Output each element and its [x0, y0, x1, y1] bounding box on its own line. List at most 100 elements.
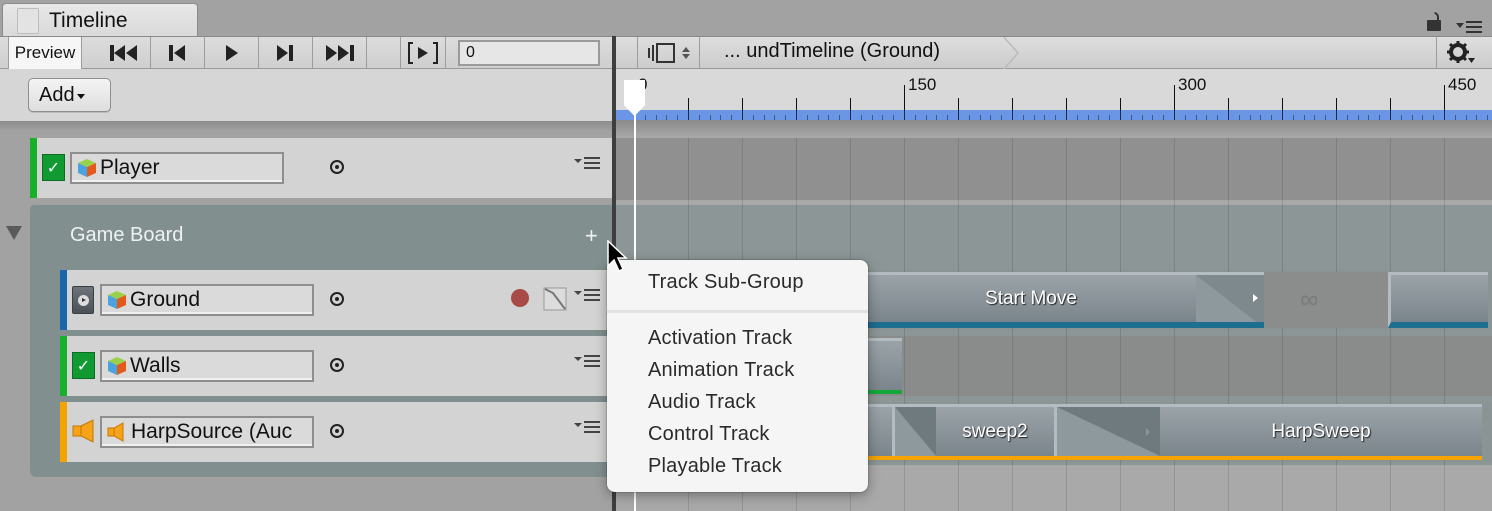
object-picker-icon[interactable] — [330, 358, 344, 372]
header-shadow — [0, 121, 612, 131]
jump-to-end-button[interactable] — [313, 37, 367, 69]
ruler-minor-ticks — [645, 110, 1488, 120]
ruler-label: 300 — [1178, 75, 1207, 94]
track-options-menu-icon[interactable] — [574, 355, 602, 367]
play-range-icon — [408, 42, 438, 64]
ruler-time-band[interactable] — [616, 110, 1492, 120]
lock-icon[interactable] — [1427, 12, 1441, 32]
clip-label: Start Move — [985, 287, 1077, 309]
track-header-walls[interactable]: ✓ Walls — [60, 336, 612, 396]
clip-blend-out[interactable] — [1196, 272, 1264, 328]
game-object-icon — [108, 291, 126, 309]
track-color-bar — [60, 336, 67, 396]
track-color-bar — [60, 270, 67, 330]
track-binding-field[interactable]: HarpSource (Auc — [100, 416, 314, 448]
dropdown-arrows-icon — [681, 47, 690, 59]
clip-blend-in[interactable] — [1054, 404, 1160, 460]
time-ruler[interactable]: 0 150 300 450 — [616, 69, 1492, 110]
clip-harpsweep[interactable]: HarpSweep — [1160, 404, 1482, 460]
track-header-player[interactable]: ✓ Player — [30, 138, 612, 198]
track-binding-name: HarpSource (Auc — [131, 420, 293, 443]
object-picker-icon[interactable] — [330, 424, 344, 438]
jump-to-end-icon — [325, 45, 354, 61]
record-icon[interactable] — [511, 289, 529, 307]
object-picker-icon[interactable] — [330, 160, 344, 174]
current-frame-input[interactable]: 0 — [458, 40, 600, 66]
next-frame-button[interactable] — [259, 37, 313, 69]
track-options-menu-icon[interactable] — [574, 157, 602, 169]
previous-frame-button[interactable] — [151, 37, 205, 69]
clip-label: sweep2 — [962, 420, 1028, 442]
clip-edit-mode-dropdown[interactable] — [638, 37, 700, 69]
add-button-label: Add — [39, 83, 75, 106]
clip-walls-active[interactable] — [866, 338, 902, 394]
timeline-window-tab[interactable]: Timeline — [2, 3, 198, 37]
track-header-harpsource[interactable]: HarpSource (Auc — [60, 402, 612, 462]
track-color-bar — [30, 138, 37, 198]
window-tab-title: Timeline — [49, 9, 128, 32]
group-collapse-arrow-icon[interactable] — [6, 226, 22, 240]
track-list-header: Add — [0, 69, 612, 121]
toolbar-spacer — [367, 37, 401, 69]
track-options-menu-icon[interactable] — [574, 421, 602, 433]
window-menu-icon[interactable] — [1454, 18, 1484, 34]
preview-button[interactable]: Preview — [8, 37, 82, 69]
track-header-ground[interactable]: Ground — [60, 270, 612, 330]
next-frame-icon — [276, 45, 293, 61]
chevron-down-icon — [76, 93, 85, 99]
timeline-breadcrumb[interactable]: ... undTimeline (Ground) — [724, 40, 940, 63]
track-binding-field[interactable]: Walls — [100, 350, 314, 382]
settings-button[interactable] — [1436, 37, 1484, 69]
ruler-label: 450 — [1448, 75, 1477, 94]
menu-item-control-track[interactable]: Control Track — [648, 423, 770, 446]
clip-label: HarpSweep — [1271, 420, 1371, 442]
track-binding-field[interactable]: Ground — [100, 284, 314, 316]
menu-item-track-sub-group[interactable]: Track Sub-Group — [648, 271, 804, 294]
track-active-checkbox[interactable]: ✓ — [42, 154, 65, 181]
window-tab-strip: Timeline — [0, 0, 1492, 37]
window-tab-icon — [17, 8, 39, 34]
play-button[interactable] — [205, 37, 259, 69]
infinite-loop-icon: ∞ — [1300, 284, 1319, 314]
group-title[interactable]: Game Board — [70, 224, 183, 247]
menu-item-audio-track[interactable]: Audio Track — [648, 391, 756, 414]
curves-icon[interactable] — [543, 287, 567, 311]
timeline-toolbar: ... undTimeline (Ground) — [616, 36, 1492, 69]
audio-source-icon — [107, 422, 124, 442]
clip-harp-previous[interactable] — [866, 404, 892, 460]
settings-gear-icon — [1446, 41, 1475, 63]
menu-item-activation-track[interactable]: Activation Track — [648, 327, 792, 350]
track-active-checkbox[interactable]: ✓ — [72, 352, 95, 379]
ruler-label: 150 — [908, 75, 937, 94]
menu-item-playable-track[interactable]: Playable Track — [648, 455, 782, 478]
menu-item-animation-track[interactable]: Animation Track — [648, 359, 794, 382]
clip-blend-in[interactable] — [892, 404, 936, 460]
timeline-window: Timeline Preview 0 Add ✓ Player Game Boa… — [0, 0, 1492, 511]
play-icon — [225, 45, 238, 61]
ruler-ticks — [688, 85, 1445, 110]
track-binding-field[interactable]: Player — [70, 152, 284, 184]
breadcrumb-separator-icon — [1003, 37, 1019, 69]
game-object-icon — [108, 357, 126, 375]
clip-sweep2[interactable]: sweep2 — [936, 404, 1054, 460]
toolbar-spacer — [620, 37, 638, 69]
previous-frame-icon — [168, 45, 185, 61]
audio-track-speaker-icon[interactable] — [72, 419, 96, 443]
playback-toolbar: Preview 0 — [0, 36, 612, 69]
add-track-button[interactable]: Add — [28, 78, 111, 112]
animation-preview-icon[interactable] — [72, 286, 94, 314]
clip-ground-next[interactable] — [1388, 272, 1488, 328]
jump-to-start-button[interactable] — [97, 37, 151, 69]
track-binding-name: Walls — [130, 354, 181, 377]
track-binding-name: Player — [100, 156, 160, 179]
track-binding-name: Ground — [130, 288, 201, 311]
clip-start-move[interactable]: Start Move — [866, 272, 1196, 328]
play-range-button[interactable] — [401, 37, 446, 69]
object-picker-icon[interactable] — [330, 292, 344, 306]
jump-to-start-icon — [109, 45, 137, 61]
game-object-icon — [78, 159, 96, 177]
track-options-menu-icon[interactable] — [574, 289, 602, 301]
group-add-icon[interactable]: + — [585, 225, 598, 247]
clip-edit-mode-icon — [647, 43, 675, 63]
mouse-cursor-icon — [607, 240, 628, 273]
